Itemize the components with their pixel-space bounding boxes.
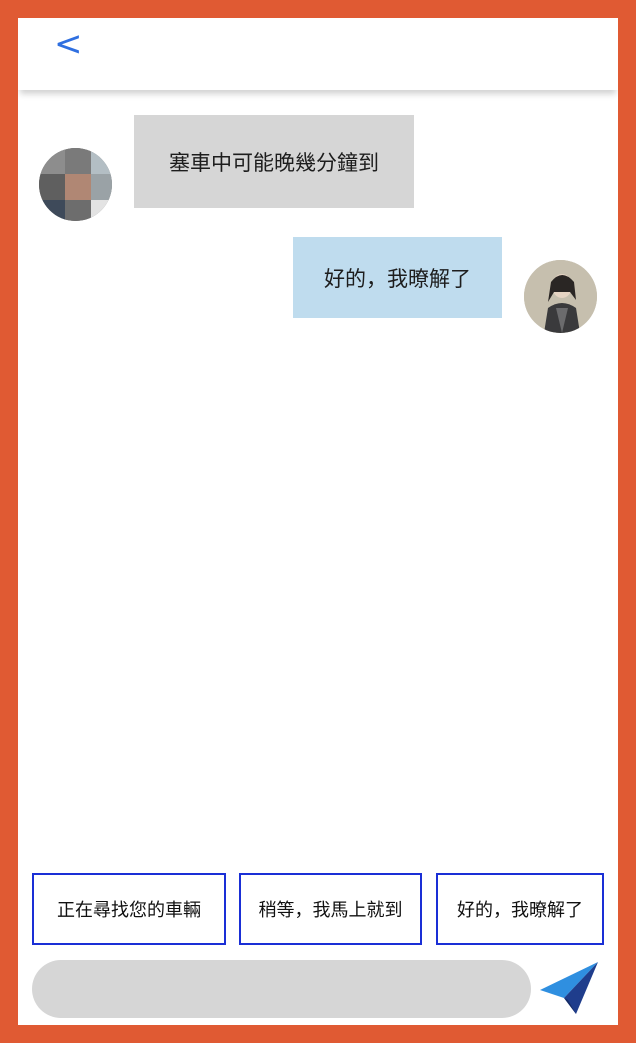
quick-reply-bar: 正在尋找您的車輛 稍等，我馬上就到 好的，我暸解了 — [18, 873, 618, 945]
message-input[interactable] — [32, 960, 531, 1018]
send-button[interactable] — [538, 960, 600, 1016]
driver-avatar — [39, 148, 112, 221]
user-avatar — [524, 260, 597, 333]
message-list: 塞車中可能晚幾分鐘到 好的，我暸解了 — [18, 90, 618, 870]
back-button[interactable]: < — [54, 22, 94, 70]
quick-reply-arriving-soon[interactable]: 稍等，我馬上就到 — [239, 873, 422, 945]
outgoing-message-bubble: 好的，我暸解了 — [293, 237, 502, 318]
paper-plane-icon — [540, 962, 598, 1014]
quick-reply-understood[interactable]: 好的，我暸解了 — [436, 873, 604, 945]
chat-screen: < 塞車中可能晚幾分鐘到 好的，我暸解了 正在尋找您的車輛 稍等，我馬上就到 好… — [18, 18, 618, 1025]
incoming-message-bubble: 塞車中可能晚幾分鐘到 — [134, 115, 414, 208]
quick-reply-finding-vehicle[interactable]: 正在尋找您的車輛 — [32, 873, 226, 945]
user-photo — [524, 260, 597, 333]
header-bar: < — [18, 18, 618, 90]
